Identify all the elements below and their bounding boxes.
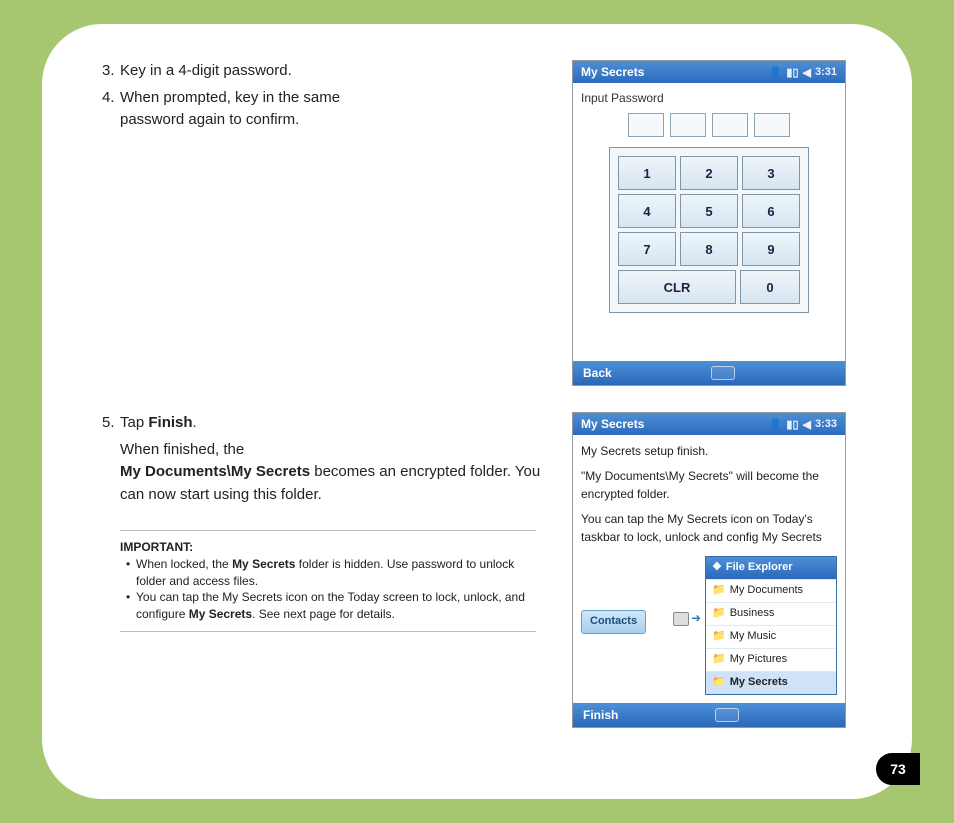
keypad-5[interactable]: 5 [680,194,738,228]
password-digit[interactable] [754,113,790,137]
menu-item-business[interactable]: Business [706,602,836,625]
signal-icon: ▮▯ [786,418,798,431]
step-4: 4.When prompted, key in the same passwor… [102,87,544,132]
page-number: 73 [876,753,920,785]
softkey-finish[interactable]: Finish [583,708,618,722]
keypad-0[interactable]: 0 [740,270,800,304]
menu-item-my-documents[interactable]: My Documents [706,579,836,602]
password-digit[interactable] [670,113,706,137]
menu-item-my-music[interactable]: My Music [706,625,836,648]
numeric-keypad: 1 2 3 4 5 6 7 8 9 CLR [609,147,809,313]
keypad-8[interactable]: 8 [680,232,738,266]
keypad-7[interactable]: 7 [618,232,676,266]
password-digit[interactable] [712,113,748,137]
step-3: 3.Key in a 4-digit password. [102,60,544,83]
volume-icon: ◀ [803,418,811,431]
keypad-2[interactable]: 2 [680,156,738,190]
finish-line1: My Secrets setup finish. [581,443,837,460]
file-explorer-menu: File Explorer My Documents Business My M… [705,556,837,695]
password-fields [581,113,837,137]
phone-softkey-bar: Finish [573,703,845,727]
arrow-icon: ➜ [691,610,701,627]
keypad-clr[interactable]: CLR [618,270,736,304]
contacts-button[interactable]: Contacts [581,610,646,634]
keypad-4[interactable]: 4 [618,194,676,228]
password-digit[interactable] [628,113,664,137]
keypad-9[interactable]: 9 [742,232,800,266]
screenshot-setup-finish: My Secrets 👤 ▮▯ ◀ 3:33 My Secrets setup … [572,412,846,728]
step-5: 5.Tap Finish. [102,412,544,435]
finish-line2: "My Documents\My Secrets" will become th… [581,468,837,503]
volume-icon: ◀ [803,66,811,79]
finish-line3: You can tap the My Secrets icon on Today… [581,511,837,546]
menu-item-my-secrets[interactable]: My Secrets [706,671,836,694]
keyboard-icon[interactable] [715,708,739,722]
menu-header[interactable]: File Explorer [706,557,836,579]
profile-icon: 👤 [769,418,783,431]
keypad-6[interactable]: 6 [742,194,800,228]
screenshot-password-keypad: My Secrets 👤 ▮▯ ◀ 3:31 Input Password [572,60,846,386]
taskbar-icon[interactable] [673,612,689,626]
phone-titlebar: My Secrets 👤 ▮▯ ◀ 3:33 [573,413,845,435]
keypad-1[interactable]: 1 [618,156,676,190]
phone-softkey-bar: Back [573,361,845,385]
keyboard-icon[interactable] [711,366,735,380]
signal-icon: ▮▯ [786,66,798,79]
phone-titlebar: My Secrets 👤 ▮▯ ◀ 3:31 [573,61,845,83]
input-password-label: Input Password [581,91,837,105]
softkey-back[interactable]: Back [583,366,612,380]
menu-item-my-pictures[interactable]: My Pictures [706,648,836,671]
important-note: IMPORTANT: When locked, the My Secrets f… [120,530,536,632]
keypad-3[interactable]: 3 [742,156,800,190]
profile-icon: 👤 [769,66,783,79]
